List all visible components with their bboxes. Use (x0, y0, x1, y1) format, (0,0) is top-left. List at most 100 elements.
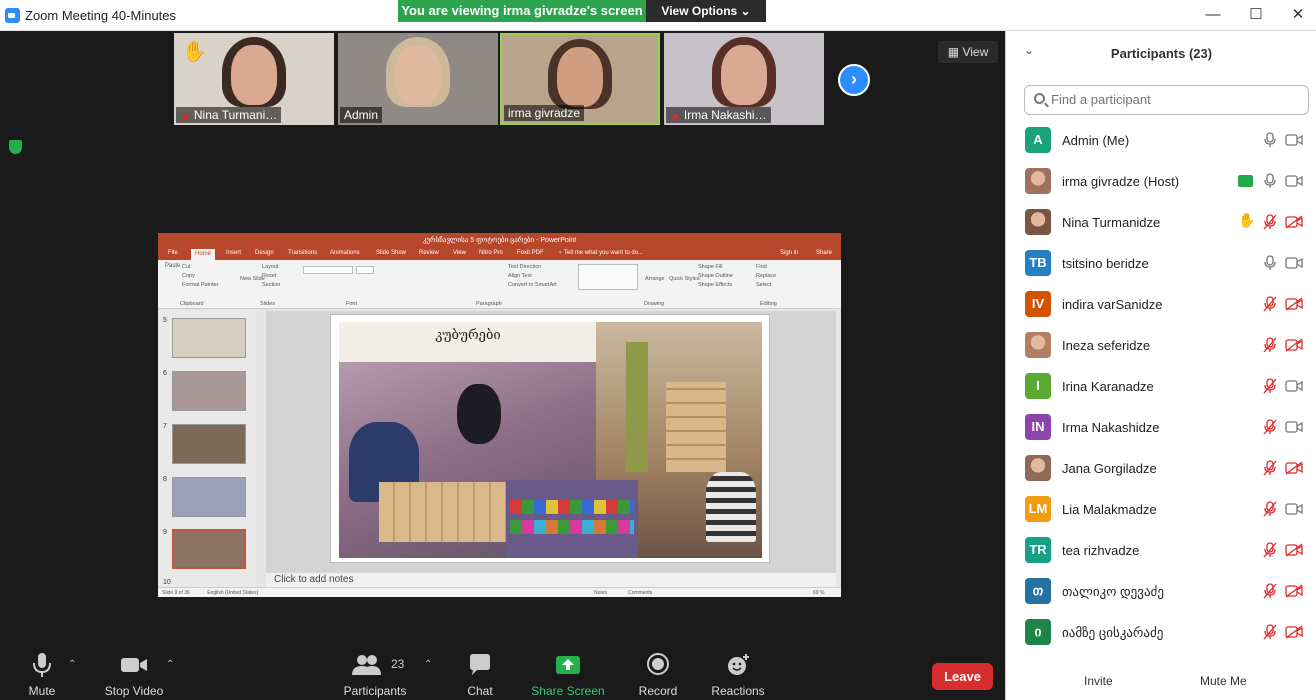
participant-row[interactable]: Ineza seferidze (1006, 328, 1316, 369)
participant-row[interactable]: IN Irma Nakashidze (1006, 410, 1316, 451)
video-options-chevron-icon[interactable]: ⌃ (166, 659, 174, 670)
slide-thumbnail-pane: 5 6 7 8 9 10 (158, 310, 256, 587)
share-screen-button[interactable]: Share Screen (530, 651, 606, 698)
video-camera-off-icon (1285, 584, 1303, 598)
audio-options-chevron-icon[interactable]: ⌃ (68, 659, 76, 670)
participant-name: Irina Karanadze (1062, 379, 1154, 394)
microphone-muted-icon (1263, 296, 1277, 312)
video-thumbnail[interactable]: ✋ ▲ Nina Turmani… (174, 33, 334, 125)
participant-name: Irma Nakashidze (1062, 420, 1160, 435)
video-camera-icon (1285, 133, 1303, 147)
slide-number: 9 (163, 529, 167, 536)
video-camera-off-icon (1285, 215, 1303, 229)
stop-video-label: Stop Video (104, 684, 164, 698)
participant-name: indira varSanidze (1062, 297, 1163, 312)
participant-search[interactable] (1024, 85, 1309, 115)
view-options-button[interactable]: View Options ⌄ (646, 0, 766, 22)
record-button[interactable]: Record (635, 651, 681, 698)
participant-row[interactable]: A Admin (Me) (1006, 123, 1316, 164)
view-layout-button[interactable]: ▦ View (938, 41, 998, 63)
zoom-window: Zoom Meeting 40-Minutes You are viewing … (0, 0, 1316, 700)
panel-footer: Invite Mute Me (1006, 661, 1316, 700)
sharing-screen-icon (1238, 175, 1253, 187)
maximize-icon[interactable]: ☐ (1241, 4, 1271, 26)
microphone-muted-icon (1263, 378, 1277, 394)
cup-row (510, 520, 634, 534)
invite-button[interactable]: Invite (1074, 668, 1123, 694)
microphone-muted-icon (1263, 624, 1277, 640)
participant-name: თალიკო დევაძე (1062, 584, 1164, 599)
participant-row[interactable]: IV indira varSanidze (1006, 287, 1316, 328)
minimize-icon[interactable]: — (1198, 4, 1228, 26)
participant-row[interactable]: Nina Turmanidze ✋ (1006, 205, 1316, 246)
viewing-screen-banner: You are viewing irma givradze's screen (398, 0, 646, 22)
window-title: Zoom Meeting 40-Minutes (25, 8, 177, 23)
child-figure (706, 472, 756, 542)
meeting-toolbar: Mute ⌃ Stop Video ⌃ Participants 23 ⌃ Ch… (0, 645, 1005, 700)
record-icon (647, 653, 669, 675)
microphone-muted-icon (1263, 542, 1277, 558)
pp-group-label: Paragraph (476, 301, 502, 307)
video-camera-icon (1285, 420, 1303, 434)
next-page-arrow-icon[interactable]: › (838, 64, 870, 96)
slide-number: 6 (163, 370, 167, 377)
microphone-muted-icon (1263, 419, 1277, 435)
participant-face (231, 45, 277, 105)
participant-row[interactable]: I Irina Karanadze (1006, 369, 1316, 410)
record-label: Record (638, 684, 678, 698)
pp-tab: Slide Show (376, 250, 407, 256)
avatar: IV (1025, 291, 1051, 317)
video-camera-icon (1285, 256, 1303, 270)
leave-button[interactable]: Leave (932, 663, 993, 690)
participants-options-chevron-icon[interactable]: ⌃ (424, 659, 432, 670)
participant-name: Jana Gorgiladze (1062, 461, 1157, 476)
mute-me-button[interactable]: Mute Me (1190, 668, 1257, 694)
microphone-muted-icon (1263, 214, 1277, 230)
mute-button[interactable]: Mute (22, 651, 62, 698)
meeting-stage: ▦ View ✋ ▲ Nina Turmani… Admin irma givra… (0, 31, 1005, 700)
mute-label: Mute (28, 684, 56, 698)
participant-row[interactable]: ი იამზე ცისკარაძე (1006, 615, 1316, 656)
participant-row[interactable]: LM Lia Malakmadze (1006, 492, 1316, 533)
slide-number: 7 (163, 423, 167, 430)
stop-video-button[interactable]: Stop Video (100, 651, 168, 698)
thumbnail-label: Admin (340, 107, 383, 123)
shapes-gallery (578, 264, 638, 290)
slide-count: Slide 9 of 36 (162, 590, 190, 596)
participant-row[interactable]: Jana Gorgiladze (1006, 451, 1316, 492)
security-shield-icon[interactable] (9, 140, 22, 154)
video-thumbnail[interactable]: ▲ Irma Nakashi… (664, 33, 824, 125)
microphone-muted-icon (1263, 501, 1277, 517)
video-camera-off-icon (1285, 543, 1303, 557)
search-input[interactable] (1051, 92, 1301, 107)
chat-label: Chat (467, 684, 493, 698)
muted-mic-icon: ▲ (670, 110, 681, 122)
avatar-photo (1025, 332, 1051, 358)
participant-row[interactable]: TR tea rizhvadze (1006, 533, 1316, 574)
video-camera-off-icon (1285, 338, 1303, 352)
avatar: IN (1025, 414, 1051, 440)
pp-tab: File (168, 250, 178, 256)
participant-row[interactable]: TB tsitsino beridze (1006, 246, 1316, 287)
powerpoint-title: კურსწავლისა 5 ფოტოები ცარები - PowerPoin… (158, 233, 841, 248)
pp-ribbon-item: Quick Styles (669, 276, 700, 282)
reactions-button[interactable]: Reactions (709, 651, 767, 698)
zoom-logo-icon (5, 8, 20, 23)
thumbnail-label: ▲ Irma Nakashi… (666, 107, 771, 123)
cup-row (510, 500, 634, 514)
video-thumbnail[interactable]: Admin (338, 33, 498, 125)
pp-group-label: Editing (760, 301, 777, 307)
close-icon[interactable]: ✕ (1283, 4, 1313, 26)
pp-tab: ♀ Tell me what you want to do... (558, 250, 644, 256)
participant-row[interactable]: irma givradze (Host) (1006, 164, 1316, 205)
slide-number: 5 (163, 317, 167, 324)
microphone-icon (1263, 173, 1277, 189)
video-thumbnail-active[interactable]: irma givradze (500, 33, 660, 125)
participant-row[interactable]: თ თალიკო დევაძე (1006, 574, 1316, 615)
avatar: I (1025, 373, 1051, 399)
chat-button[interactable]: Chat (462, 651, 498, 698)
slide-thumbnail-selected (172, 529, 246, 569)
pp-ribbon-item: Shape Effects (698, 282, 733, 288)
slide-thumbnail (172, 318, 246, 358)
microphone-icon (33, 653, 51, 677)
